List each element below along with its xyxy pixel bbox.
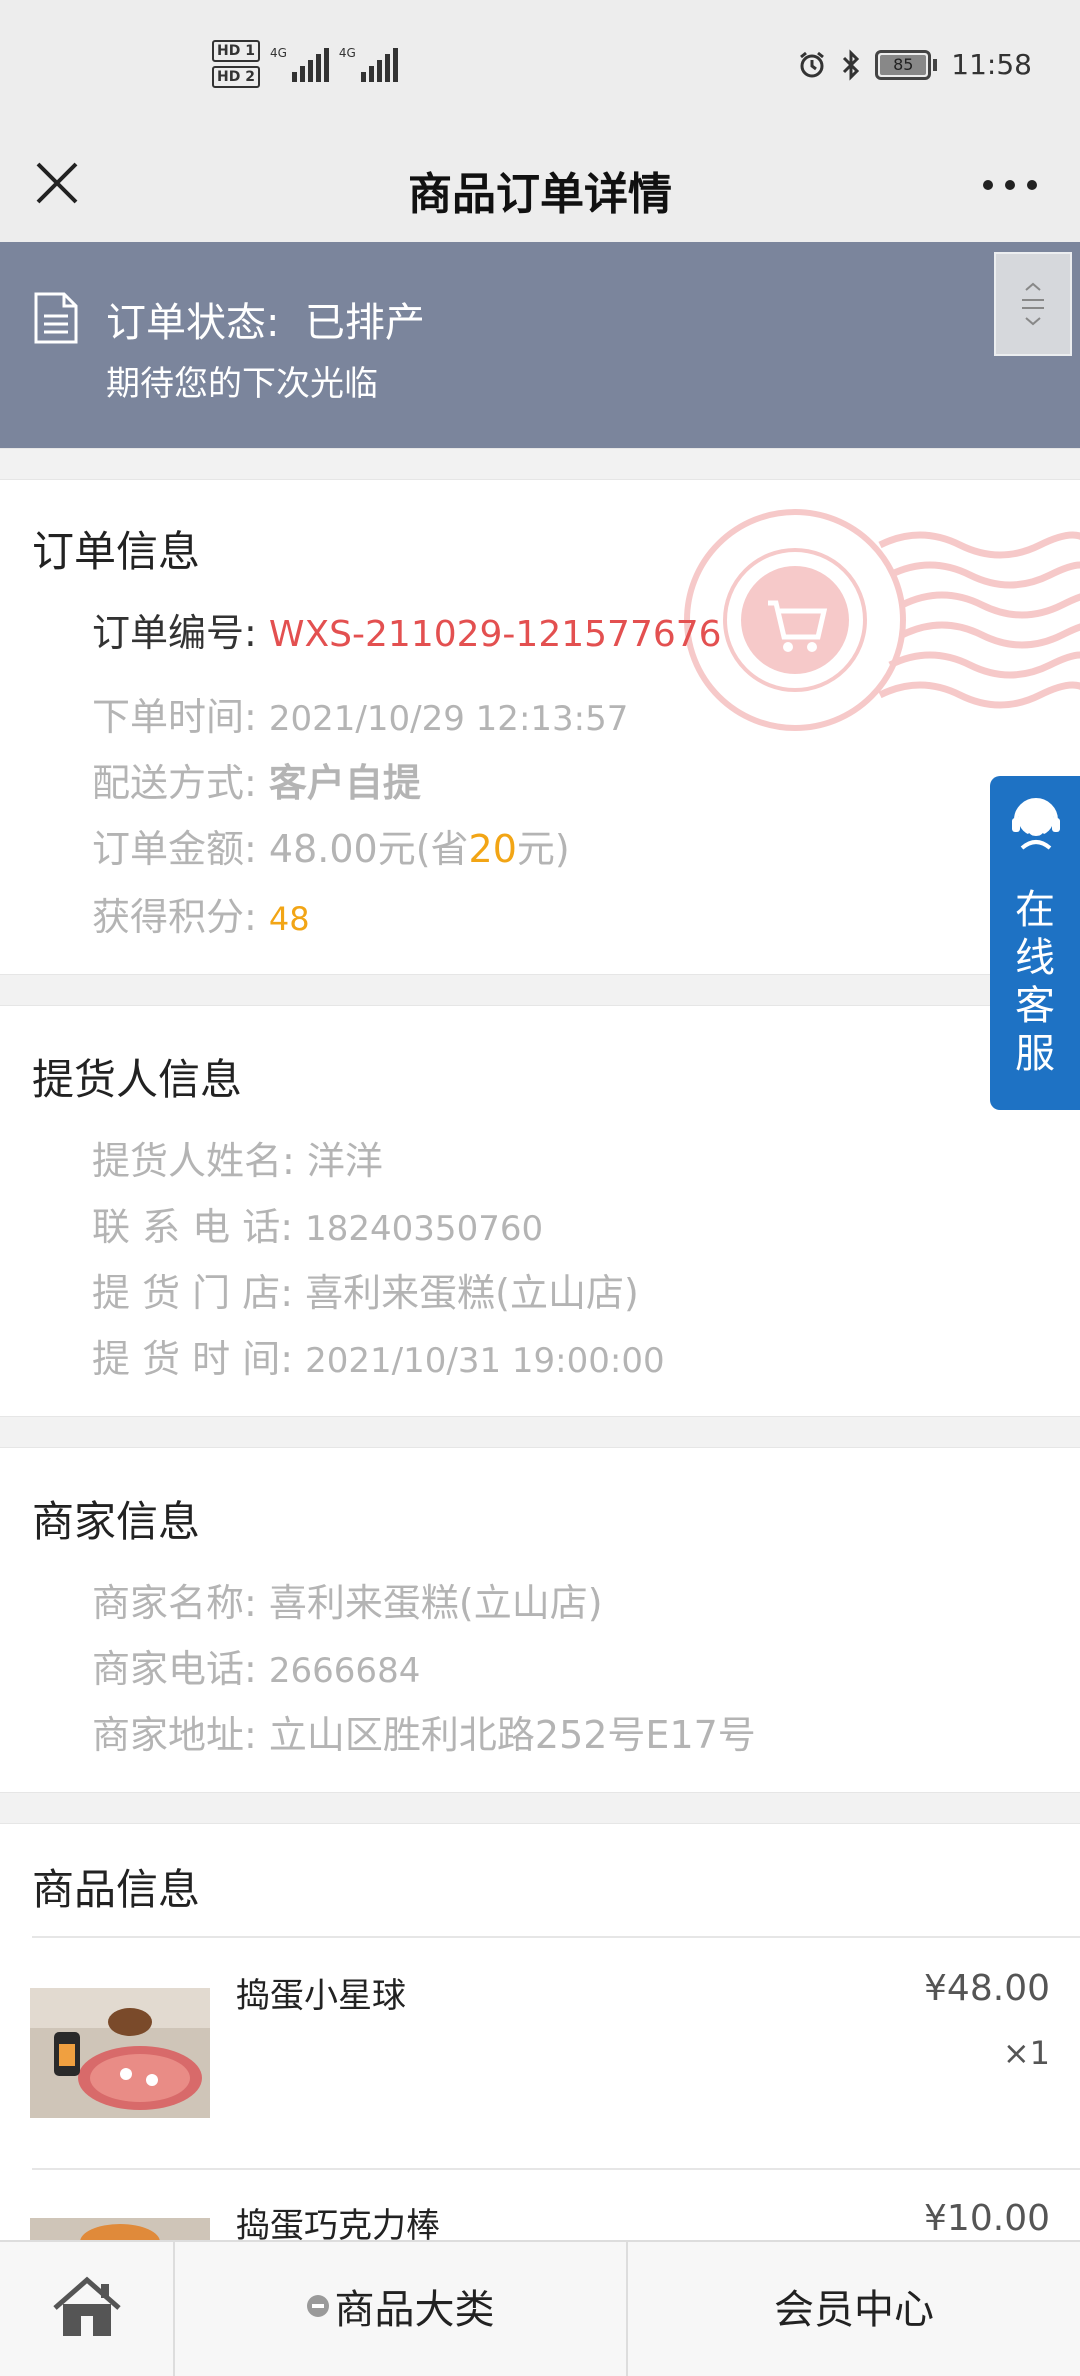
status-right: 85 11:58 — [797, 48, 1032, 81]
points-row: 获得积分: 48 — [92, 886, 310, 941]
tab-category-label: 商品大类 — [334, 2287, 495, 2333]
signal-1-icon: 4G — [270, 46, 329, 82]
product-qty: ×1 — [1002, 2034, 1050, 2072]
pickup-store: 喜利来蛋糕(立山店) — [305, 1271, 639, 1315]
bluetooth-icon — [843, 48, 860, 81]
order-number-label: 订单编号: — [92, 611, 257, 655]
delivery-label: 配送方式: — [92, 761, 257, 805]
product-price: ¥48.00 — [924, 1968, 1050, 2009]
order-number-row: 订单编号: WXS-211029-121577676 — [92, 602, 722, 657]
signal-2-icon: 4G — [339, 46, 398, 82]
order-status-label: 订单状态: — [106, 300, 280, 346]
merchant-name-row: 商家名称: 喜利来蛋糕(立山店) — [92, 1572, 603, 1627]
merchant-phone-row: 商家电话: 2666684 — [92, 1638, 420, 1693]
headset-icon — [1012, 798, 1060, 850]
merchant-name-label: 商家名称: — [92, 1581, 257, 1625]
section-gap — [0, 448, 1080, 480]
net-type-2: 4G — [338, 46, 356, 60]
pickup-phone-row: 联 系 电 话: 18240350760 — [92, 1196, 543, 1251]
battery-icon: 85 — [875, 49, 938, 80]
clock: 11:58 — [951, 48, 1032, 81]
amount-label: 订单金额: — [92, 827, 257, 871]
merchant-address-row: 商家地址: 立山区胜利北路252号E17号 — [92, 1704, 756, 1759]
merchant-address-label: 商家地址: — [92, 1713, 257, 1757]
collection-stamp-icon — [684, 509, 1080, 731]
hd1-badge: HD 1 — [212, 40, 260, 62]
amount-saved: 20 — [468, 827, 517, 871]
section-gap — [0, 1792, 1080, 1824]
net-type-1: 4G — [269, 46, 287, 60]
pickup-store-row: 提 货 门 店: 喜利来蛋糕(立山店) — [92, 1262, 639, 1317]
hd2-badge: HD 2 — [212, 66, 260, 88]
product-image — [30, 1988, 210, 2118]
order-info-title: 订单信息 — [32, 527, 201, 576]
amount-prefix: 48.00元(省 — [268, 827, 469, 871]
pickup-name-label: 提货人姓名: — [92, 1139, 295, 1183]
page-title: 商品订单详情 — [408, 169, 672, 220]
amount-suffix: 元) — [516, 827, 570, 871]
delivery-row: 配送方式: 客户自提 — [92, 752, 421, 807]
battery-level: 85 — [880, 54, 927, 75]
status-bar: HD 1 HD 2 4G 4G 85 11:58 — [0, 0, 1080, 130]
pickup-phone: 18240350760 — [305, 1209, 544, 1249]
merchant-info-title: 商家信息 — [32, 1497, 201, 1546]
document-icon — [34, 292, 78, 344]
home-icon — [53, 2276, 121, 2336]
order-status: 订单状态: 已排产 — [106, 290, 425, 348]
points-value: 48 — [268, 900, 310, 938]
section-gap — [0, 974, 1080, 1006]
order-number: WXS-211029-121577676 — [268, 614, 722, 655]
pickup-time: 2021/10/31 19:00:00 — [305, 1341, 665, 1381]
section-gap — [0, 1416, 1080, 1448]
divider — [32, 2168, 1080, 2170]
pickup-name: 洋洋 — [306, 1139, 383, 1183]
pickup-time-row: 提 货 时 间: 2021/10/31 19:00:00 — [92, 1328, 665, 1383]
pickup-store-label: 提 货 门 店: — [92, 1271, 294, 1315]
tab-category[interactable]: 商品大类 — [175, 2242, 628, 2376]
divider — [32, 1936, 1080, 1938]
tab-home[interactable] — [0, 2242, 175, 2376]
order-status-subtitle: 期待您的下次光临 — [106, 364, 378, 404]
merchant-address: 立山区胜利北路252号E17号 — [268, 1713, 756, 1757]
amount-row: 订单金额: 48.00元(省20元) — [92, 818, 570, 873]
delivery-method: 客户自提 — [268, 761, 421, 805]
product-name: 捣蛋小星球 — [236, 1976, 406, 2016]
order-time-label: 下单时间: — [92, 695, 257, 739]
points-label: 获得积分: — [92, 895, 257, 939]
app-root: HD 1 HD 2 4G 4G 85 11:58 商品订单详情 订单状态: 已排… — [0, 0, 1080, 2376]
order-time: 2021/10/29 12:13:57 — [268, 699, 629, 739]
hd-badges: HD 1 HD 2 — [212, 40, 260, 88]
order-status-value: 已排产 — [304, 300, 425, 346]
pickup-phone-label: 联 系 电 话: — [92, 1205, 294, 1249]
merchant-phone: 2666684 — [268, 1651, 421, 1691]
category-icon — [306, 2295, 329, 2317]
merchant-name: 喜利来蛋糕(立山店) — [268, 1581, 603, 1625]
scroll-handle[interactable] — [994, 252, 1072, 356]
tab-member-label: 会员中心 — [774, 2287, 934, 2333]
online-service-label: 在线客服 — [1015, 887, 1055, 1077]
nav-bar: 商品订单详情 — [0, 130, 1080, 242]
merchant-phone-label: 商家电话: — [92, 1647, 257, 1691]
pickup-info-title: 提货人信息 — [32, 1055, 243, 1104]
order-status-banner: 订单状态: 已排产 期待您的下次光临 — [0, 242, 1080, 448]
tab-member-center[interactable]: 会员中心 — [628, 2242, 1080, 2376]
network-indicators: HD 1 HD 2 4G 4G — [212, 40, 398, 88]
alarm-icon — [800, 51, 825, 77]
more-icon[interactable] — [980, 170, 1040, 200]
products-title: 商品信息 — [32, 1865, 201, 1914]
bottom-tab-bar: 商品大类 会员中心 — [0, 2240, 1080, 2376]
product-price: ¥10.00 — [924, 2198, 1050, 2239]
pickup-name-row: 提货人姓名: 洋洋 — [92, 1130, 383, 1185]
scroll-arrows-icon — [1022, 282, 1044, 326]
pickup-time-label: 提 货 时 间: — [92, 1337, 294, 1381]
order-time-row: 下单时间: 2021/10/29 12:13:57 — [92, 686, 628, 741]
online-service-button[interactable]: 在线客服 — [990, 776, 1080, 1110]
